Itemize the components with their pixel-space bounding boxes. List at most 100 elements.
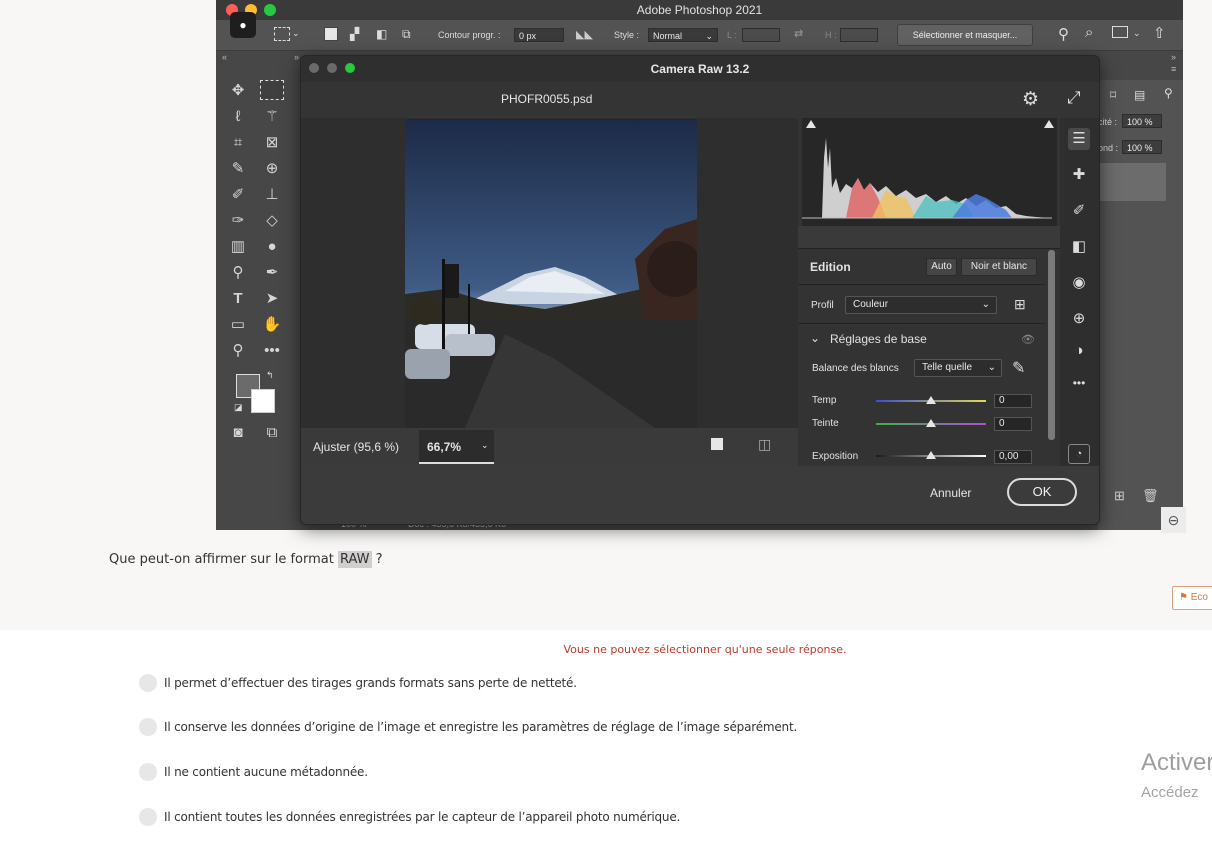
before-after-icon[interactable]: ◫ [758,436,771,453]
brush-tool-icon[interactable]: ✐ [226,184,250,206]
red-eye-icon[interactable]: ⊕ [1068,308,1090,330]
intersect-selection-icon[interactable]: ⧉ [402,28,416,40]
maximize-dialog-button[interactable] [345,63,355,73]
search-icon[interactable]: ⌕ [1085,24,1093,41]
expand-icon[interactable]: » [294,52,299,62]
exposure-value[interactable]: 0,00 [994,450,1032,464]
black-white-button[interactable]: Noir et blanc [961,258,1037,276]
linear-gradient-icon[interactable]: ◧ [1068,236,1090,258]
answer-label[interactable]: Il conserve les données d’origine de l’i… [164,720,797,734]
fullscreen-icon[interactable]: ⤢ [1067,88,1081,108]
quick-mask-icon[interactable]: ◙ [226,422,250,444]
profile-browser-icon[interactable]: ⊞ [1014,296,1026,313]
type-tool-icon[interactable]: T [226,288,250,310]
marquee-tool-icon[interactable] [260,80,284,100]
chevron-down-icon[interactable]: ⌄ [810,331,820,345]
feather-input[interactable]: 0 px [514,28,564,42]
more-tools-icon[interactable]: ••• [260,340,284,362]
radio-button[interactable] [139,763,157,781]
pen-tool-icon[interactable]: ✒ [260,262,284,284]
panel-menu-icon[interactable]: ≡ [1171,64,1176,74]
add-selection-icon[interactable]: ▞ [350,28,364,40]
trash-icon[interactable]: 🗑 [1142,488,1159,504]
subtract-selection-icon[interactable]: ◧ [376,28,390,40]
gradient-tool-icon[interactable]: ▥ [226,236,250,258]
pin-icon[interactable]: ⚲ [1164,86,1173,100]
share-icon[interactable]: ⇧ [1153,24,1166,42]
tint-value[interactable]: 0 [994,417,1032,431]
gear-icon[interactable]: ⚙ [1022,88,1039,111]
frame-tool-icon[interactable]: ⊠ [260,132,284,154]
tint-slider-thumb[interactable] [926,419,936,427]
report-button[interactable]: ⚑ Eco [1172,586,1212,610]
white-balance-select[interactable]: Telle quelle ⌄ [914,359,1002,377]
cancel-button[interactable]: Annuler [930,486,971,500]
layer-row[interactable] [1098,163,1166,201]
home-icon[interactable]: ● [230,12,256,38]
antialias-icon[interactable]: ◣◣ [576,28,593,41]
stamp-tool-icon[interactable]: ⊥ [260,184,284,206]
width-input[interactable] [742,28,780,42]
new-selection-icon[interactable] [324,27,338,41]
hand-tool-icon[interactable]: ✋ [260,314,284,336]
blur-tool-icon[interactable]: ● [260,236,284,258]
workspace-icon[interactable] [1112,26,1128,38]
swap-colors-icon[interactable]: ↰ [266,370,274,381]
screen-mode-icon[interactable]: ⧉ [260,422,284,444]
lasso-tool-icon[interactable]: ℓ [226,106,250,128]
presets-icon[interactable]: ◑ [1068,340,1090,362]
radio-button[interactable] [139,674,157,692]
opacity-input[interactable]: 100 % [1122,114,1162,128]
exposure-slider-thumb[interactable] [926,451,936,459]
answer-label[interactable]: Il contient toutes les données enregistr… [164,810,680,824]
healing-icon[interactable]: ✚ [1068,164,1090,186]
chevron-down-icon[interactable]: ⌄ [1133,28,1141,39]
temp-slider-thumb[interactable] [926,396,936,404]
default-colors-icon[interactable]: ◪ [234,402,243,413]
swap-icon[interactable]: ⇄ [794,27,803,40]
auto-button[interactable]: Auto [926,258,957,276]
chevron-down-icon[interactable]: ⌄ [292,28,300,39]
answer-label[interactable]: Il ne contient aucune métadonnée. [164,765,368,779]
collapse-icon[interactable]: « [222,52,227,62]
answer-label[interactable]: Il permet d’effectuer des tirages grands… [164,676,577,690]
style-select[interactable]: Normal ⌄ [648,28,718,42]
height-input[interactable] [840,28,878,42]
preview-canvas[interactable] [301,118,798,428]
basic-section-title[interactable]: Réglages de base [830,332,927,346]
background-color-swatch[interactable] [251,389,275,413]
more-icon[interactable]: ••• [1068,372,1090,394]
brush-icon[interactable]: ✐ [1068,200,1090,222]
eraser-tool-icon[interactable]: ◇ [260,210,284,232]
close-dialog-button[interactable] [309,63,319,73]
zoom-out-icon[interactable]: ⊖ [1161,507,1186,533]
profile-select[interactable]: Couleur ⌄ [845,296,997,314]
new-layer-icon[interactable]: ⊞ [1114,488,1125,504]
eyedropper-tool-icon[interactable]: ✎ [226,158,250,180]
history-brush-icon[interactable]: ✑ [226,210,250,232]
dodge-tool-icon[interactable]: ⚲ [226,262,250,284]
zoom-fit-button[interactable]: Ajuster (95,6 %) [313,440,399,454]
user-icon[interactable]: ⚲ [1058,25,1069,43]
ok-button[interactable]: OK [1007,478,1077,506]
crop-tool-icon[interactable]: ⌗ [226,132,250,154]
snapshot-icon[interactable]: ◔ [1068,444,1090,464]
maximize-window-button[interactable] [264,4,276,16]
rectangle-tool-icon[interactable]: ▭ [226,314,250,336]
visibility-eye-icon[interactable]: 👁 [1021,333,1035,346]
radio-button[interactable] [139,808,157,826]
path-select-icon[interactable]: ➤ [260,288,284,310]
fill-input[interactable]: 100 % [1122,140,1162,154]
spot-heal-tool-icon[interactable]: ⊕ [260,158,284,180]
minimize-dialog-button[interactable] [327,63,337,73]
doc-icon[interactable]: ▤ [1134,88,1145,102]
select-and-mask-button[interactable]: Sélectionner et masquer... [897,24,1033,46]
move-tool-icon[interactable]: ✥ [226,80,250,102]
zoom-tool-icon[interactable]: ⚲ [226,340,250,362]
temp-value[interactable]: 0 [994,394,1032,408]
radio-button[interactable] [139,718,157,736]
sliders-icon[interactable]: ☰ [1068,128,1090,150]
radial-filter-icon[interactable]: ◉ [1068,272,1090,294]
eyedropper-icon[interactable]: ✎ [1012,358,1025,378]
expand-panels-icon[interactable]: » [1171,52,1176,62]
